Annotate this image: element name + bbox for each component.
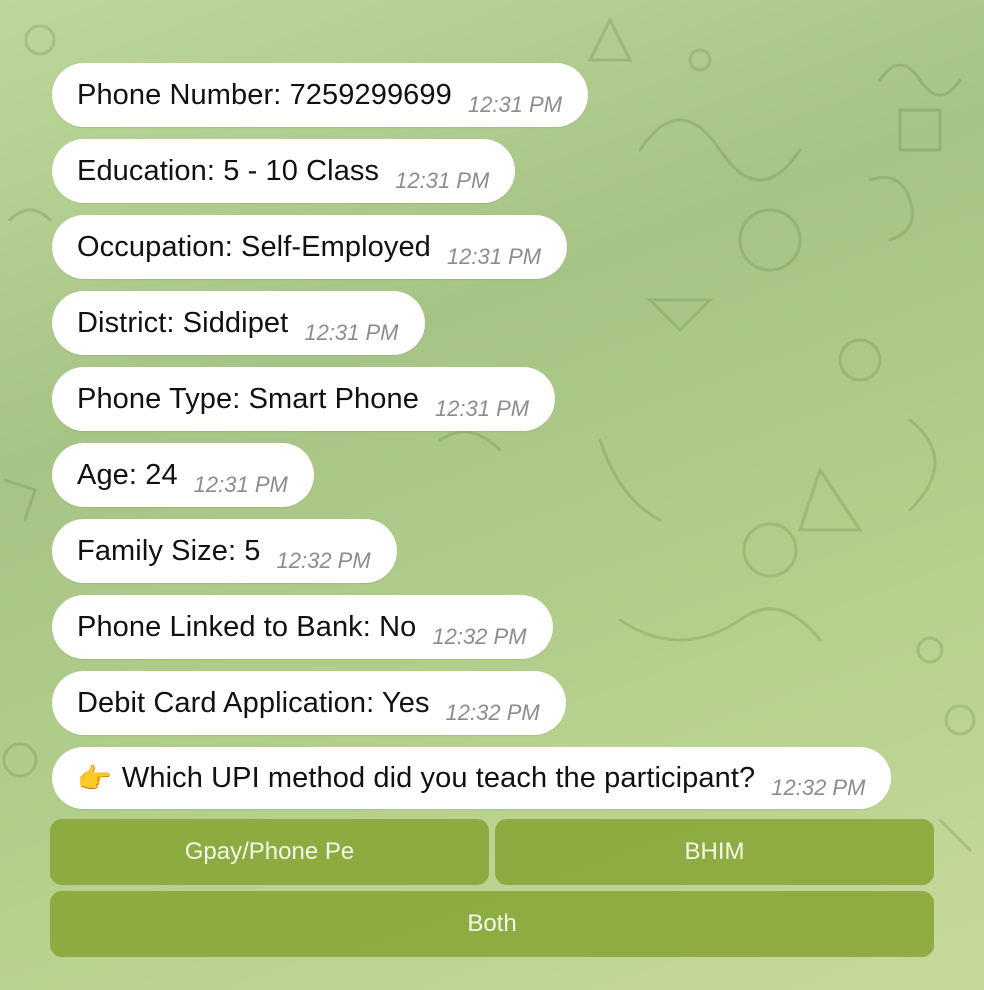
pointing-hand-icon: 👉 [77,762,112,794]
question-bubble: 👉 Which UPI method did you teach the par… [52,747,892,809]
chat-area: Phone Number: 7259299699 12:31 PM Educat… [0,0,984,990]
message-bubble: Education: 5 - 10 Class 12:31 PM [52,139,516,203]
message-time: 12:32 PM [445,700,540,725]
message-text: Which UPI method did you teach the parti… [121,761,756,794]
message-text: Phone Type: Smart Phone [77,382,419,415]
message-time: 12:31 PM [193,472,288,497]
both-button[interactable]: Both [50,891,934,957]
message-text: Phone Linked to Bank: No [77,610,417,643]
message-bubble: Phone Number: 7259299699 12:31 PM [52,63,589,127]
message-text: Education: 5 - 10 Class [77,154,380,187]
message-time: 12:31 PM [446,244,542,269]
message-time: 12:32 PM [276,548,371,573]
bhim-button[interactable]: BHIM [495,819,934,885]
message-text: Age: 24 [77,458,178,491]
message-time: 12:31 PM [467,92,563,117]
message-bubble: Phone Linked to Bank: No 12:32 PM [52,595,553,659]
message-time: 12:32 PM [771,775,866,800]
message-bubble: Phone Type: Smart Phone 12:31 PM [52,367,556,431]
message-text: Debit Card Application: Yes [77,686,430,719]
message-text: Occupation: Self-Employed [77,230,431,263]
message-bubble: Family Size: 5 12:32 PM [52,519,397,583]
message-text: Phone Number: 7259299699 [77,78,452,111]
message-time: 12:31 PM [434,396,530,421]
message-time: 12:32 PM [432,624,527,649]
message-time: 12:31 PM [395,168,490,193]
message-time: 12:31 PM [304,320,399,345]
inline-keyboard-row: Gpay/Phone Pe BHIM [50,819,934,885]
message-bubble: District: Siddipet 12:31 PM [52,291,425,355]
message-text: Family Size: 5 [77,534,261,567]
message-bubble: Age: 24 12:31 PM [52,443,314,507]
message-text: District: Siddipet [77,306,289,339]
inline-keyboard-row: Both [50,891,934,957]
message-bubble: Debit Card Application: Yes 12:32 PM [52,671,566,735]
gpay-phonepe-button[interactable]: Gpay/Phone Pe [50,819,489,885]
message-bubble: Occupation: Self-Employed 12:31 PM [52,215,568,279]
